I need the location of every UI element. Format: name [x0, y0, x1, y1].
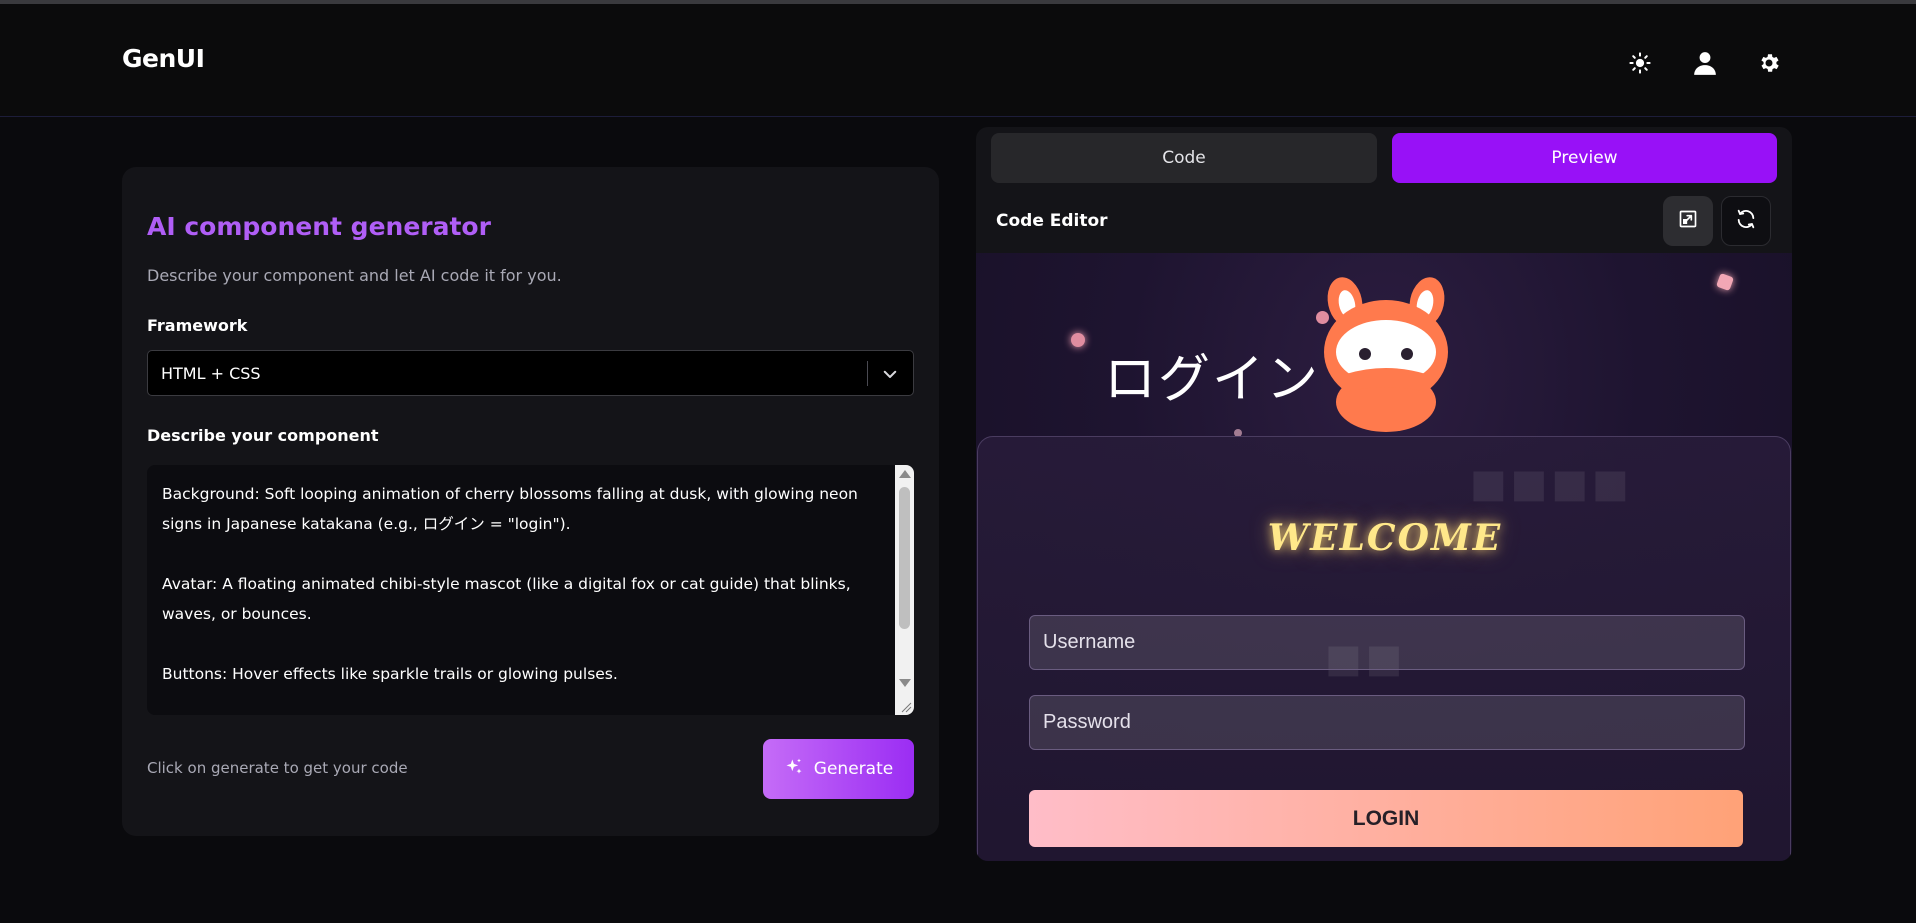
login-card: ▪▪▪▪ ▪▪ WELCOME Username Password LOGIN — [977, 436, 1791, 861]
tab-preview[interactable]: Preview — [1392, 133, 1777, 183]
scroll-thumb[interactable] — [899, 487, 910, 629]
username-field[interactable]: Username — [1029, 615, 1745, 670]
output-panel: Code Preview Code Editor ログイン ▪▪▪▪ ▪▪ WE… — [976, 127, 1792, 861]
generate-button[interactable]: Generate — [763, 739, 914, 799]
code-editor-label: Code Editor — [996, 211, 1108, 231]
mascot-avatar — [1324, 277, 1448, 432]
description-text[interactable]: Background: Soft looping animation of ch… — [162, 479, 882, 689]
select-divider — [867, 361, 868, 386]
app-logo[interactable]: GenUI — [122, 44, 205, 73]
user-icon[interactable] — [1690, 48, 1720, 78]
framework-value: HTML + CSS — [161, 364, 261, 383]
describe-label: Describe your component — [147, 426, 379, 445]
sun-icon[interactable] — [1625, 48, 1655, 78]
framework-select[interactable]: HTML + CSS — [147, 350, 914, 396]
scroll-up-arrow-icon[interactable] — [899, 470, 911, 478]
generator-subtitle: Describe your component and let AI code … — [147, 266, 562, 285]
gear-icon[interactable] — [1754, 48, 1784, 78]
petal-decoration — [1716, 273, 1734, 291]
scroll-down-arrow-icon[interactable] — [899, 679, 911, 687]
blurred-background-sign: ▪▪▪▪ — [1468, 447, 1631, 517]
textarea-scrollbar[interactable] — [895, 465, 914, 715]
generate-hint: Click on generate to get your code — [147, 759, 408, 777]
framework-label: Framework — [147, 316, 248, 335]
preview-canvas: ログイン ▪▪▪▪ ▪▪ WELCOME Username Password L… — [976, 253, 1792, 861]
refresh-button[interactable] — [1721, 196, 1771, 246]
refresh-icon — [1735, 208, 1757, 234]
welcome-heading: WELCOME — [1267, 517, 1503, 559]
generator-title: AI component generator — [147, 212, 491, 241]
open-external-icon — [1678, 209, 1698, 233]
password-field[interactable]: Password — [1029, 695, 1745, 750]
description-textarea[interactable]: Background: Soft looping animation of ch… — [147, 465, 914, 715]
resize-grip-icon[interactable] — [900, 701, 912, 713]
petal-decoration — [1071, 333, 1085, 347]
chevron-down-icon[interactable] — [881, 365, 899, 383]
neon-katakana-sign: ログイン — [1104, 350, 1321, 410]
sparkle-icon — [784, 757, 804, 781]
generator-card: AI component generator Describe your com… — [122, 167, 939, 836]
open-external-button[interactable] — [1663, 196, 1713, 246]
app-header: GenUI — [0, 4, 1916, 117]
login-button[interactable]: LOGIN — [1029, 790, 1743, 847]
generate-label: Generate — [813, 759, 894, 779]
tab-code[interactable]: Code — [991, 133, 1377, 183]
